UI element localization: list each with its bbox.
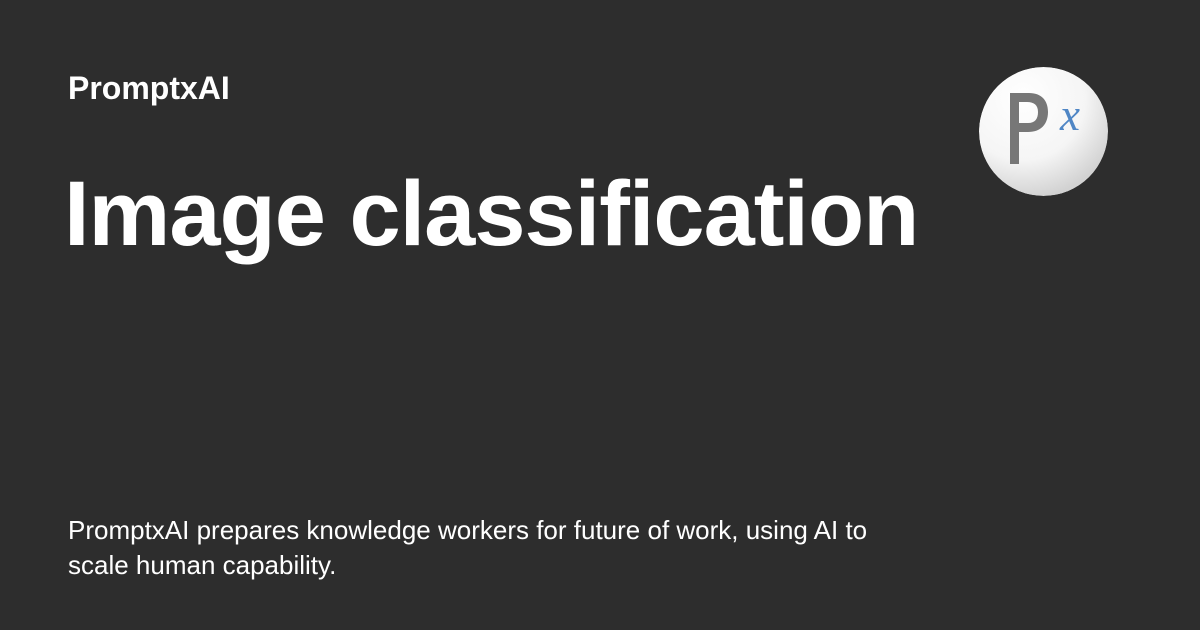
svg-text:x: x xyxy=(1059,90,1080,140)
page-title: Image classification xyxy=(64,163,919,265)
promptxai-px-logo-icon: x xyxy=(979,67,1108,196)
social-preview-card: PromptxAI Image classification PromptxAI… xyxy=(0,0,1200,630)
brand-name: PromptxAI xyxy=(68,70,230,106)
page-description: PromptxAI prepares knowledge workers for… xyxy=(68,515,868,580)
